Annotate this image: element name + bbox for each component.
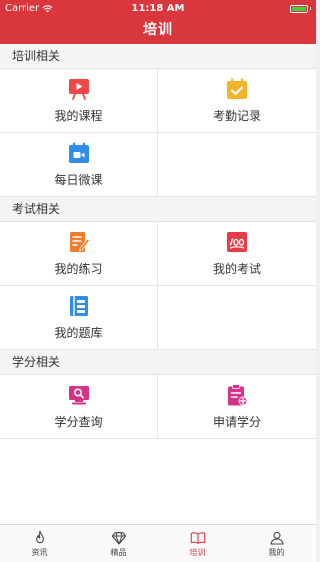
- my-practice-label: 我的练习: [54, 262, 103, 276]
- wifi-icon: [42, 4, 53, 13]
- diamond-icon: [111, 531, 126, 545]
- question-bank-icon: [69, 296, 88, 316]
- section-title-credit: 学分相关: [0, 350, 316, 375]
- attendance-record-button[interactable]: 考勤记录: [158, 69, 316, 133]
- attendance-icon: [227, 78, 247, 99]
- tab-training-label: 培训: [189, 547, 206, 557]
- exam-icon: [227, 232, 247, 252]
- apply-credit-icon: [228, 384, 248, 406]
- apply-credit-button[interactable]: 申请学分: [158, 375, 316, 439]
- tab-bar: 资讯 精品 培训 我的: [0, 524, 316, 562]
- page-title: 培训: [143, 22, 173, 38]
- tab-mine[interactable]: 我的: [237, 525, 316, 562]
- attendance-record-label: 考勤记录: [212, 109, 261, 123]
- apply-credit-label: 申请学分: [212, 415, 261, 429]
- grid-credit: 学分查询 申请学分: [0, 375, 316, 439]
- book-icon: [190, 531, 205, 544]
- carrier-label: Carrier: [5, 3, 40, 14]
- tab-premium-label: 精品: [110, 547, 127, 557]
- status-bar: Carrier 11:18 AM: [0, 0, 316, 17]
- credit-query-icon: [68, 386, 89, 405]
- fire-icon: [35, 530, 44, 543]
- my-courses-label: 我的课程: [54, 109, 103, 123]
- person-icon: [269, 531, 284, 545]
- tab-mine-label: 我的: [268, 547, 285, 557]
- grid-training: 我的课程 考勤记录 每日微课: [0, 69, 316, 197]
- daily-microclass-button[interactable]: 每日微课: [0, 133, 158, 197]
- battery-fill: [291, 6, 306, 11]
- battery-icon: [289, 4, 311, 13]
- tab-news[interactable]: 资讯: [0, 525, 79, 562]
- section-title-training: 培训相关: [0, 44, 316, 69]
- battery-body: [289, 4, 308, 13]
- my-practice-button[interactable]: 我的练习: [0, 222, 158, 286]
- daily-microclass-label: 每日微课: [54, 173, 103, 187]
- course-icon: [68, 79, 89, 100]
- empty-cell: [158, 286, 316, 350]
- question-bank-label: 我的题库: [54, 326, 103, 340]
- tab-premium[interactable]: 精品: [79, 525, 158, 562]
- my-courses-button[interactable]: 我的课程: [0, 69, 158, 133]
- main-content: 培训相关 我的课程 考勤记录 每日微课 考试相关 我的练习 我的考试 我的题库 …: [0, 44, 316, 524]
- grid-exam: 我的练习 我的考试 我的题库: [0, 222, 316, 350]
- my-exam-label: 我的考试: [212, 262, 261, 276]
- carrier-group: Carrier: [5, 3, 53, 14]
- credit-query-label: 学分查询: [54, 415, 103, 429]
- daily-microclass-icon: [68, 142, 89, 163]
- section-title-exam: 考试相关: [0, 197, 316, 222]
- practice-icon: [69, 232, 90, 252]
- battery-tip: [309, 7, 311, 10]
- app-header: Carrier 11:18 AM 培训: [0, 0, 316, 44]
- empty-cell: [158, 133, 316, 197]
- question-bank-button[interactable]: 我的题库: [0, 286, 158, 350]
- my-exam-button[interactable]: 我的考试: [158, 222, 316, 286]
- tab-training[interactable]: 培训: [158, 525, 237, 562]
- tab-news-label: 资讯: [31, 547, 48, 557]
- credit-query-button[interactable]: 学分查询: [0, 375, 158, 439]
